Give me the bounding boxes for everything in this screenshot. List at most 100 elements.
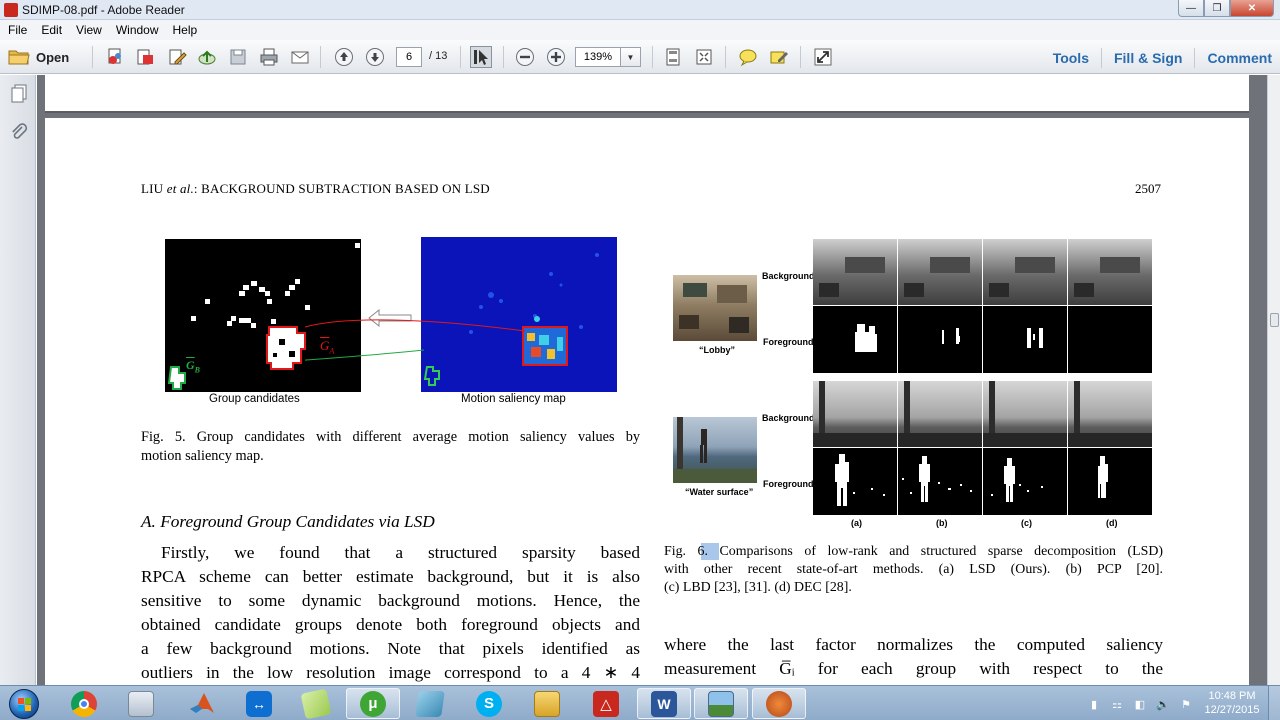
lobby-bg-a-graphic <box>819 257 885 297</box>
fig6-col-c: (c) <box>1021 518 1032 528</box>
body-line: Firstly, we found that a structured spar… <box>161 543 640 562</box>
taskbar-matlab[interactable] <box>175 688 229 719</box>
toolbar-separator <box>725 46 726 68</box>
select-tool-button[interactable] <box>470 46 492 68</box>
taskbar-teamviewer[interactable]: ↔ <box>232 688 286 719</box>
clock-date: 12/27/2015 <box>1204 704 1260 716</box>
water-fg-b-graphic <box>902 456 972 502</box>
page-total: / 13 <box>429 50 448 62</box>
taskbar-notepad[interactable] <box>289 688 343 719</box>
window-controls: — ❐ ✕ <box>1178 0 1274 18</box>
lobby-label: “Lobby” <box>699 345 735 355</box>
email-button[interactable] <box>289 46 311 68</box>
water-background-label: Background <box>762 413 815 423</box>
navigation-pane <box>0 75 36 685</box>
edit-pdf-button[interactable] <box>166 46 188 68</box>
attachments-button[interactable] <box>9 121 29 143</box>
close-button[interactable]: ✕ <box>1230 0 1274 17</box>
zoom-level-input[interactable]: 139% <box>575 47 621 67</box>
lobby-bg-c-graphic <box>989 257 1055 297</box>
gb-annotation: GB <box>186 358 200 374</box>
print-button[interactable] <box>258 46 280 68</box>
paperclip-icon <box>12 123 28 139</box>
save-icon <box>230 49 246 65</box>
scrollbar-thumb[interactable] <box>1270 313 1279 327</box>
fig5-caption: Fig. 5. Group candidates with different … <box>141 428 640 465</box>
expand-page-icon <box>696 49 712 65</box>
open-button[interactable]: Open <box>8 46 69 68</box>
toolbar-separator <box>92 46 93 68</box>
fit-width-button[interactable] <box>693 46 715 68</box>
taskbar-acrobat[interactable]: △ <box>579 688 633 719</box>
zoom-out-button[interactable] <box>514 46 536 68</box>
open-label: Open <box>36 49 70 65</box>
lobby-bg-b <box>898 239 982 305</box>
printer-icon <box>260 48 278 66</box>
zoom-in-button[interactable] <box>545 46 567 68</box>
water-fg-c-graphic <box>991 458 1043 502</box>
page-thumbnails-button[interactable] <box>9 83 29 105</box>
taskbar-skype[interactable]: S <box>462 688 516 719</box>
clock[interactable]: 10:48 PM 12/27/2015 <box>1200 689 1264 717</box>
sticky-note-button[interactable] <box>737 46 759 68</box>
restore-button[interactable]: ❐ <box>1204 0 1230 17</box>
menu-file[interactable]: File <box>8 23 27 37</box>
page-number-input[interactable]: 6 <box>396 47 422 67</box>
vertical-scrollbar[interactable] <box>1267 75 1280 685</box>
lobby-bg-d <box>1068 239 1152 305</box>
windows-flag-icon[interactable]: ⚏ <box>1109 696 1125 712</box>
fit-page-button[interactable] <box>662 46 684 68</box>
taskbar: ↔ μ S △ W ▮ ⚏ ◧ 🔈 ⚑ 10:48 PM 12/27/2015 <box>0 685 1280 720</box>
toolbar-separator <box>503 46 504 68</box>
taskbar-word[interactable]: W <box>637 688 691 719</box>
water-bg-c <box>983 381 1067 447</box>
taskbar-calculator[interactable] <box>114 688 168 719</box>
taskbar-pdf-viewer[interactable] <box>752 688 806 719</box>
network-icon[interactable]: ◧ <box>1132 696 1148 712</box>
fit-page-icon <box>666 48 680 66</box>
next-page-button[interactable] <box>364 46 386 68</box>
full-screen-button[interactable] <box>812 46 834 68</box>
create-pdf-button[interactable] <box>104 46 126 68</box>
volume-icon[interactable]: 🔈 <box>1155 696 1171 712</box>
page-number: 2507 <box>1135 181 1161 196</box>
window-title: SDIMP-08.pdf - Adobe Reader <box>22 3 185 17</box>
comment-link[interactable]: Comment <box>1207 50 1272 66</box>
expand-arrows-icon <box>814 48 832 66</box>
export-pdf-button[interactable] <box>134 46 156 68</box>
body-line: obtained candidate groups denote both fo… <box>141 615 640 634</box>
taskbar-explorer[interactable] <box>520 688 574 719</box>
save-button[interactable] <box>227 46 249 68</box>
menu-help[interactable]: Help <box>173 23 198 37</box>
export-pdf-icon <box>137 49 153 65</box>
action-center-icon[interactable]: ⚑ <box>1178 696 1194 712</box>
menu-window[interactable]: Window <box>116 23 159 37</box>
ga-letter: G <box>320 338 330 353</box>
lobby-foreground-label: Foreground <box>763 337 814 347</box>
start-button[interactable] <box>4 687 44 720</box>
taskbar-paint[interactable] <box>694 688 748 719</box>
water-bg-c-graphic <box>983 381 1067 447</box>
highlight-button[interactable] <box>768 46 790 68</box>
taskbar-files[interactable] <box>403 688 457 719</box>
envelope-icon <box>291 51 309 64</box>
fig6-col-b: (b) <box>936 518 948 528</box>
zoom-dropdown-button[interactable]: ▼ <box>621 47 641 67</box>
taskbar-chrome[interactable] <box>57 688 111 719</box>
gb-letter: G <box>186 358 195 372</box>
highlighter-icon <box>770 51 788 64</box>
document-view[interactable]: LIU et al.: BACKGROUND SUBTRACTION BASED… <box>37 75 1267 685</box>
toolbar-separator <box>800 46 801 68</box>
show-desktop-button[interactable] <box>1268 686 1280 720</box>
minimize-button[interactable]: — <box>1178 0 1204 17</box>
menu-edit[interactable]: Edit <box>41 23 62 37</box>
tools-link[interactable]: Tools <box>1053 50 1089 66</box>
signal-icon[interactable]: ▮ <box>1086 696 1102 712</box>
menu-view[interactable]: View <box>76 23 102 37</box>
previous-page-button[interactable] <box>333 46 355 68</box>
fig6-col-d: (d) <box>1106 518 1118 528</box>
upload-cloud-button[interactable] <box>196 46 218 68</box>
taskbar-utorrent[interactable]: μ <box>346 688 400 719</box>
fill-sign-link[interactable]: Fill & Sign <box>1114 50 1182 66</box>
arrow-up-circle-icon <box>335 48 353 66</box>
